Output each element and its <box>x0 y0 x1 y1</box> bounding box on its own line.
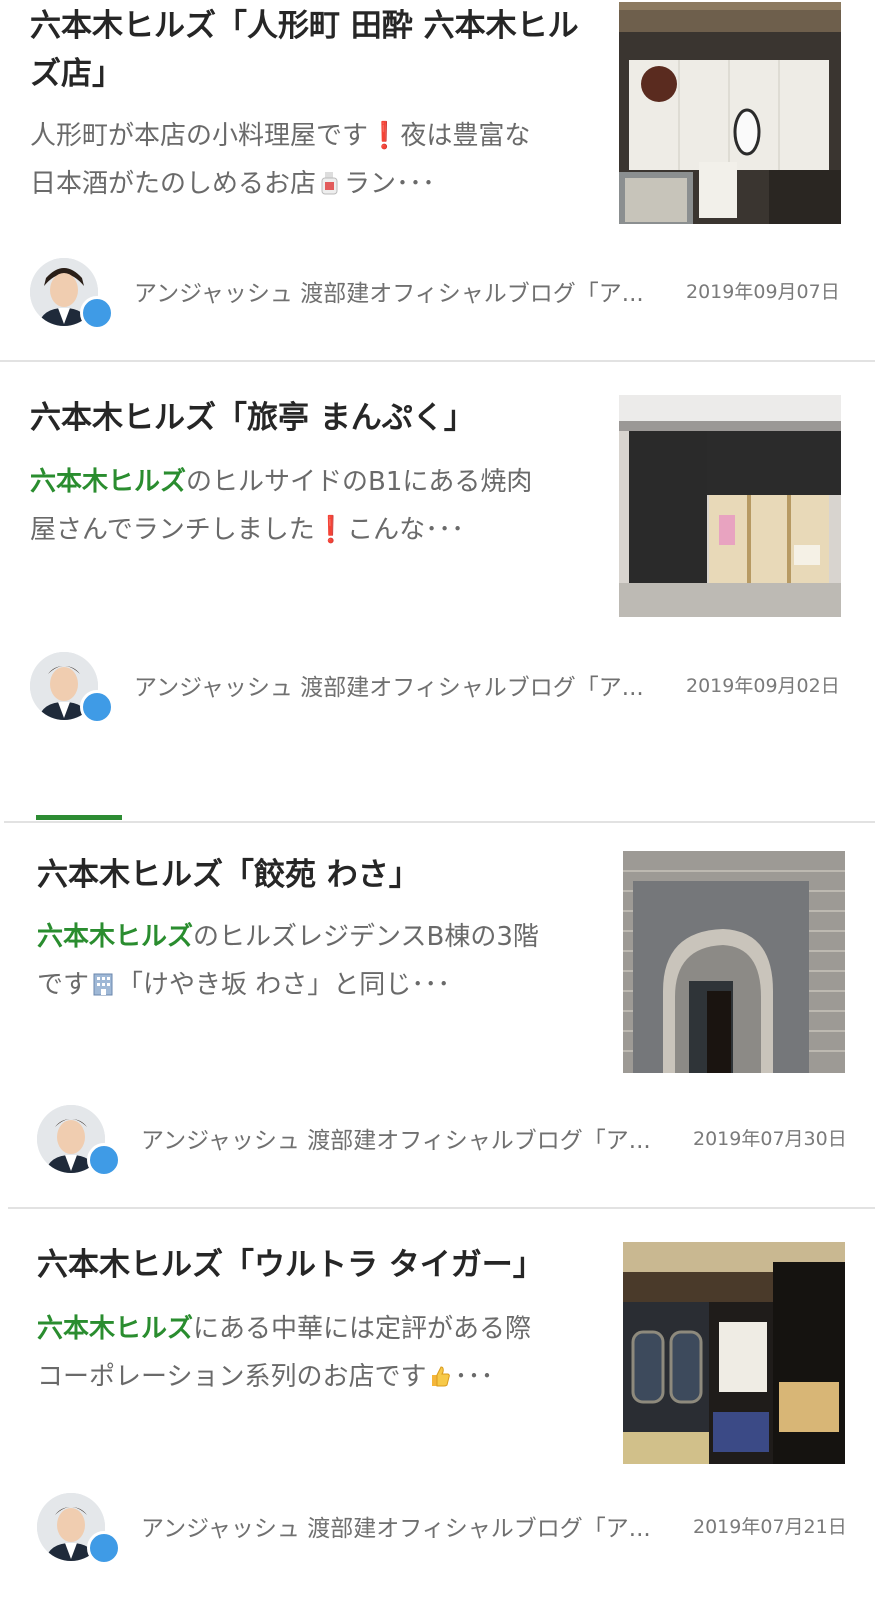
snippet-line-2a: 日本酒がたのしめるお店 <box>30 169 317 199</box>
article-thumbnail[interactable] <box>623 851 845 1073</box>
article-card-1[interactable]: 六本木ヒルズ「人形町 田酔 六本木ヒルズ店」 人形町が本店の小料理屋です❗夜は豊… <box>0 0 893 360</box>
snippet-line-2b: ラン･･･ <box>344 169 436 199</box>
office-building-icon <box>93 973 113 996</box>
snippet-line-2a: 屋さんでランチしました❗こんな･･･ <box>30 515 465 545</box>
snippet-line-1: のヒルズレジデンスB棟の3階 <box>193 922 539 952</box>
author-avatar-wrap[interactable] <box>30 258 114 330</box>
snippet-line-1: 人形町が本店の小料理屋です❗夜は豊富な <box>30 121 531 151</box>
author-name[interactable]: アンジャッシュ 渡部建オフィシャルブログ「ア... <box>134 668 674 702</box>
article-title[interactable]: 六本木ヒルズ「旅亭 まんぷく」 <box>30 394 590 442</box>
post-date: 2019年07月30日 <box>693 1128 847 1150</box>
official-badge-icon <box>80 296 114 330</box>
author-avatar-wrap[interactable] <box>30 652 114 724</box>
article-snippet: 六本木ヒルズにある中華には定評がある際 コーポレーション系列のお店です ･･･ <box>37 1305 607 1401</box>
post-date: 2019年07月21日 <box>693 1516 847 1538</box>
snippet-line-2a: です <box>37 970 90 1000</box>
snippet-highlight: 六本木ヒルズ <box>37 922 194 952</box>
author-avatar-wrap[interactable] <box>37 1105 121 1177</box>
snippet-line-2a: コーポレーション系列のお店です <box>37 1362 427 1392</box>
article-meta: アンジャッシュ 渡部建オフィシャルブログ「ア... 2019年07月21日 <box>37 1493 857 1565</box>
author-name[interactable]: アンジャッシュ 渡部建オフィシャルブログ「ア... <box>134 274 674 308</box>
official-badge-icon <box>87 1143 121 1177</box>
article-title[interactable]: 六本木ヒルズ「人形町 田酔 六本木ヒルズ店」 <box>30 2 590 98</box>
article-thumbnail[interactable] <box>623 1242 845 1464</box>
sake-bottle-icon <box>321 172 338 195</box>
snippet-highlight: 六本木ヒルズ <box>37 1314 194 1344</box>
thumbs-up-icon <box>432 1366 451 1387</box>
post-date: 2019年09月02日 <box>686 675 840 697</box>
article-meta: アンジャッシュ 渡部建オフィシャルブログ「ア... 2019年09月07日 <box>30 258 850 330</box>
article-snippet: 六本木ヒルズのヒルズレジデンスB棟の3階 です 「けやき坂 わさ」と同じ･･･ <box>37 913 607 1009</box>
official-badge-icon <box>87 1531 121 1565</box>
article-meta: アンジャッシュ 渡部建オフィシャルブログ「ア... 2019年09月02日 <box>30 652 850 724</box>
snippet-line-1: にある中華には定評がある際 <box>193 1314 532 1344</box>
article-card-3[interactable]: 六本木ヒルズ「餃苑 わさ」 六本木ヒルズのヒルズレジデンスB棟の3階 です 「けや… <box>0 823 893 1207</box>
snippet-line-2b: 「けやき坂 わさ」と同じ･･･ <box>117 970 451 1000</box>
article-snippet: 六本木ヒルズのヒルサイドのB1にある焼肉 屋さんでランチしました❗こんな･･･ <box>30 458 600 554</box>
author-name[interactable]: アンジャッシュ 渡部建オフィシャルブログ「ア... <box>141 1121 681 1155</box>
section-accent-bar <box>36 815 122 820</box>
article-thumbnail[interactable] <box>619 395 841 617</box>
author-name[interactable]: アンジャッシュ 渡部建オフィシャルブログ「ア... <box>141 1509 681 1543</box>
article-card-4[interactable]: 六本木ヒルズ「ウルトラ タイガー」 六本木ヒルズにある中華には定評がある際 コー… <box>0 1209 893 1600</box>
article-card-2[interactable]: 六本木ヒルズ「旅亭 まんぷく」 六本木ヒルズのヒルサイドのB1にある焼肉 屋さん… <box>0 362 893 792</box>
snippet-line-2b: ･･･ <box>454 1362 494 1392</box>
article-meta: アンジャッシュ 渡部建オフィシャルブログ「ア... 2019年07月30日 <box>37 1105 857 1177</box>
author-avatar-wrap[interactable] <box>37 1493 121 1565</box>
post-date: 2019年09月07日 <box>686 281 840 303</box>
article-snippet: 人形町が本店の小料理屋です❗夜は豊富な 日本酒がたのしめるお店 ラン･･･ <box>30 112 600 208</box>
article-thumbnail[interactable] <box>619 2 841 224</box>
article-title[interactable]: 六本木ヒルズ「ウルトラ タイガー」 <box>37 1241 597 1289</box>
official-badge-icon <box>80 690 114 724</box>
snippet-line-1: のヒルサイドのB1にある焼肉 <box>186 467 533 497</box>
article-title[interactable]: 六本木ヒルズ「餃苑 わさ」 <box>37 851 597 899</box>
snippet-highlight: 六本木ヒルズ <box>30 467 187 497</box>
